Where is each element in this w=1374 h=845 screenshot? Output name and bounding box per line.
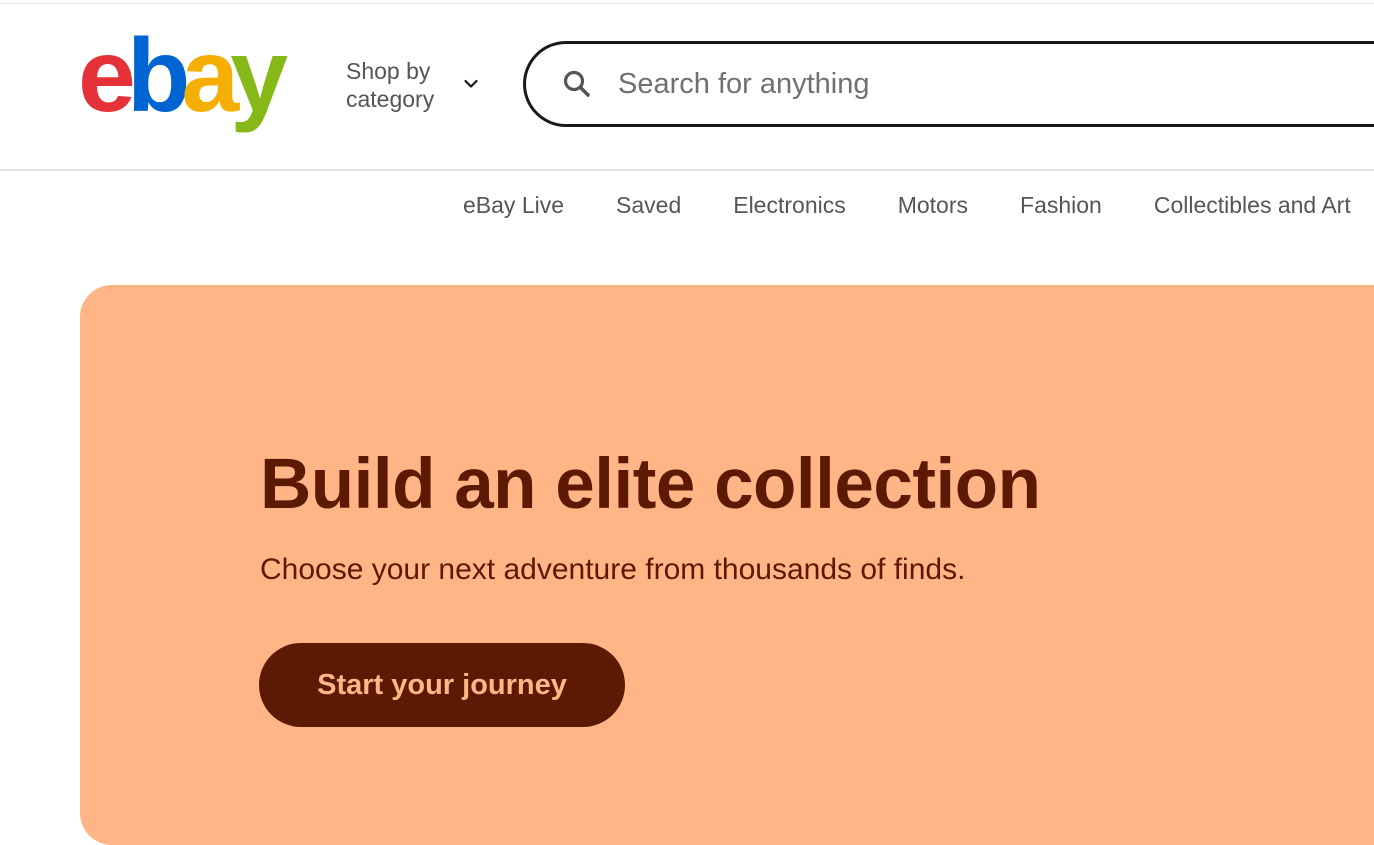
nav-item-collectibles-and-art[interactable]: Collectibles and Art: [1154, 186, 1351, 224]
search-icon[interactable]: [562, 69, 592, 99]
logo-letter-e: e: [78, 18, 136, 134]
category-nav: eBay Live Saved Electronics Motors Fashi…: [463, 186, 1374, 224]
shop-by-category-label: Shop by category: [346, 58, 435, 112]
nav-item-saved[interactable]: Saved: [616, 186, 681, 224]
search-bar: [523, 41, 1374, 127]
nav-item-electronics[interactable]: Electronics: [733, 186, 845, 224]
site-header: e b a y Shop by category: [0, 0, 1374, 171]
nav-item-fashion[interactable]: Fashion: [1020, 186, 1102, 224]
start-journey-button[interactable]: Start your journey: [259, 643, 625, 727]
hero-subtitle: Choose your next adventure from thousand…: [260, 553, 966, 586]
search-input[interactable]: [616, 62, 1374, 106]
ebay-logo[interactable]: e b a y: [78, 18, 288, 134]
hero-banner: Build an elite collection Choose your ne…: [80, 285, 1374, 845]
logo-letter-a: a: [181, 18, 239, 134]
logo-letter-b: b: [126, 18, 190, 134]
hero-title: Build an elite collection: [260, 445, 1041, 524]
shop-by-category-button[interactable]: Shop by category: [346, 54, 486, 116]
chevron-down-icon: [464, 79, 478, 88]
logo-letter-y: y: [230, 18, 288, 134]
nav-item-motors[interactable]: Motors: [898, 186, 968, 224]
nav-item-ebay-live[interactable]: eBay Live: [463, 186, 564, 224]
header-divider: [0, 169, 1374, 171]
